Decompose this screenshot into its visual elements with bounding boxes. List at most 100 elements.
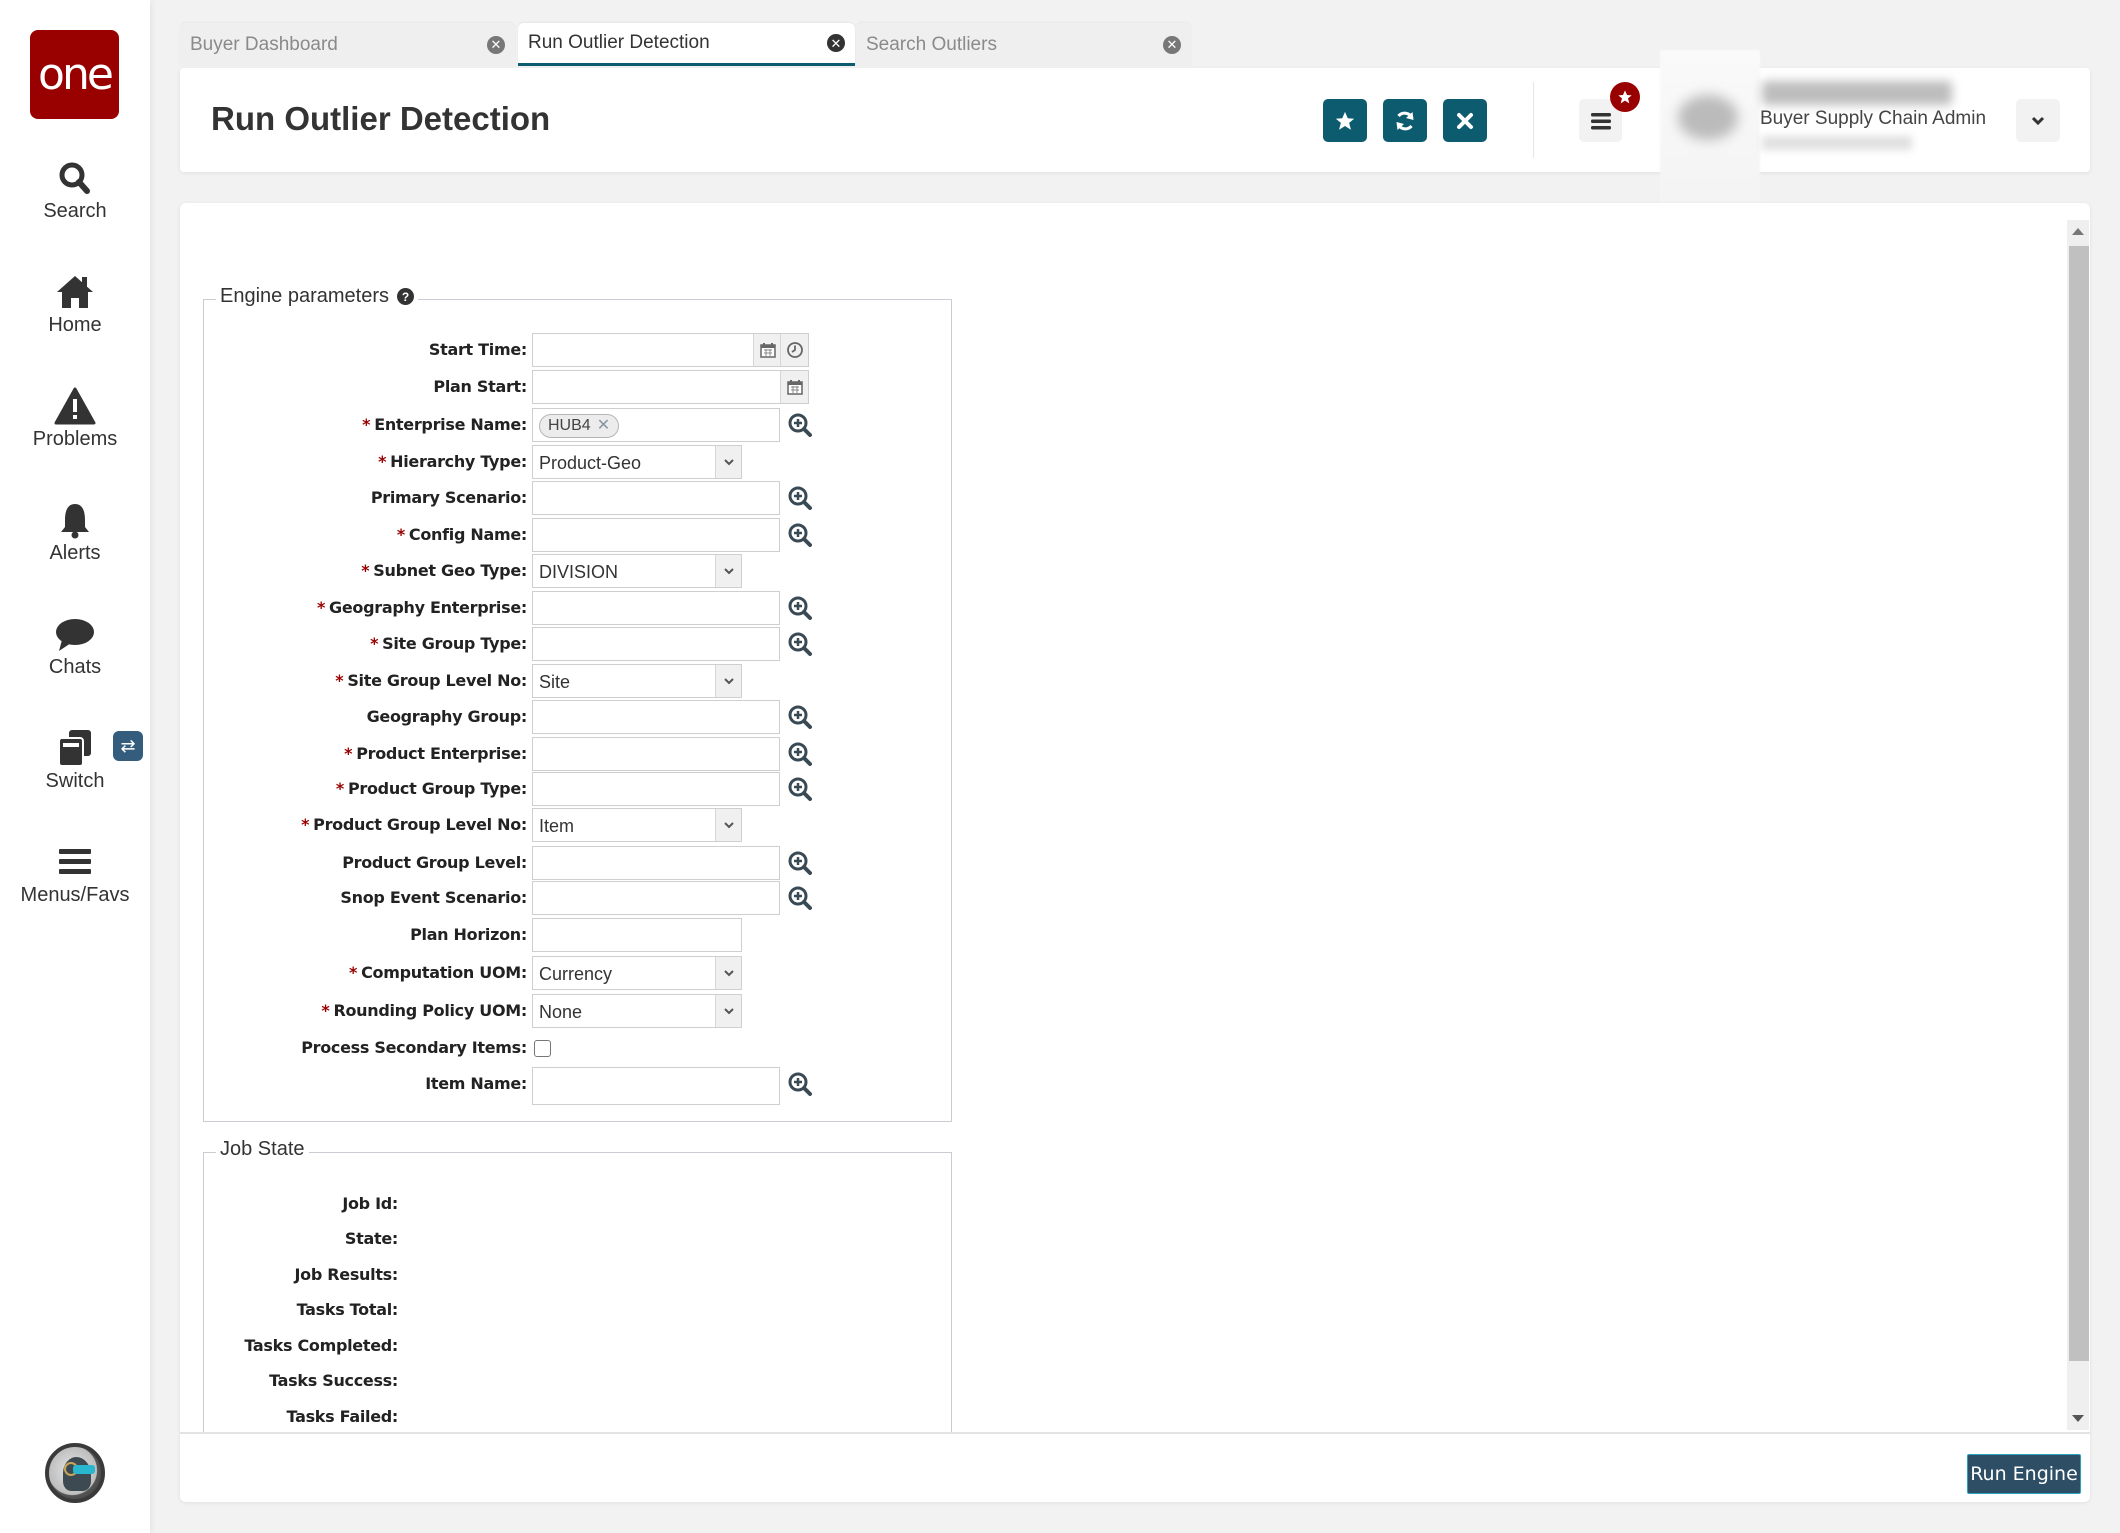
product-group-type-input[interactable] xyxy=(532,772,780,806)
label-text: Plan Horizon: xyxy=(410,925,527,944)
geography-enterprise-input[interactable] xyxy=(532,591,780,625)
tab-search-outliers[interactable]: Search Outliers ✕ xyxy=(856,23,1191,66)
subnet-geo-type-select[interactable]: DIVISION xyxy=(532,554,742,588)
page-header: Run Outlier Detection Buyer Supply Chain… xyxy=(180,50,2090,220)
lookup-icon[interactable] xyxy=(787,522,813,548)
chevron-down-icon[interactable] xyxy=(715,809,741,841)
label-text: Site Group Level No: xyxy=(347,671,527,690)
sidebar-item-label: Switch xyxy=(45,770,105,792)
favorites-badge[interactable] xyxy=(1610,82,1640,112)
field-snop-event-scenario: Snop Event Scenario: xyxy=(204,881,953,915)
start-time-input[interactable] xyxy=(532,333,809,367)
user-subtitle-redacted xyxy=(1762,136,1912,150)
geography-group-input[interactable] xyxy=(532,700,780,734)
product-group-level-no-select[interactable]: Item xyxy=(532,808,742,842)
chevron-down-icon[interactable] xyxy=(715,446,741,478)
field-start-time: Start Time: xyxy=(204,333,953,367)
rounding-policy-uom-select[interactable]: None xyxy=(532,994,742,1028)
field-process-secondary-items: Process Secondary Items: xyxy=(204,1031,953,1065)
field-label: * Geography Enterprise: xyxy=(317,591,527,625)
sidebar-item-home[interactable]: Home xyxy=(0,272,150,337)
computation-uom-select[interactable]: Currency xyxy=(532,956,742,990)
remove-chip-icon[interactable]: ✕ xyxy=(597,415,610,437)
field-label: * Rounding Policy UOM: xyxy=(321,994,527,1028)
label-text: Item Name: xyxy=(425,1074,527,1093)
lookup-icon[interactable] xyxy=(787,1071,813,1097)
lookup-icon[interactable] xyxy=(787,631,813,657)
lookup-icon[interactable] xyxy=(787,412,813,438)
snop-event-scenario-input[interactable] xyxy=(532,881,780,915)
item-name-input[interactable] xyxy=(532,1067,780,1105)
plan-horizon-input[interactable] xyxy=(532,918,742,952)
vertical-scrollbar[interactable] xyxy=(2067,220,2089,1430)
lookup-icon[interactable] xyxy=(787,704,813,730)
site-group-type-input[interactable] xyxy=(532,627,780,661)
plan-start-input[interactable] xyxy=(532,370,809,404)
favorite-button[interactable] xyxy=(1323,99,1367,142)
lookup-icon[interactable] xyxy=(787,885,813,911)
tab-run-outlier-detection[interactable]: Run Outlier Detection ✕ xyxy=(518,23,855,66)
sidebar-item-label: Problems xyxy=(32,428,118,450)
process-secondary-items-checkbox[interactable] xyxy=(534,1040,551,1057)
chevron-down-icon[interactable] xyxy=(715,555,741,587)
refresh-button[interactable] xyxy=(1383,99,1427,142)
field-product-group-level: Product Group Level: xyxy=(204,846,953,880)
field-product-group-type: * Product Group Type: xyxy=(204,772,953,806)
user-menu-button[interactable] xyxy=(2016,99,2060,142)
clock-icon[interactable] xyxy=(780,334,808,366)
tasks-success-label: Tasks Success: xyxy=(269,1371,398,1390)
lookup-icon[interactable] xyxy=(787,485,813,511)
lookup-icon[interactable] xyxy=(787,776,813,802)
job-results-row: Job Results: xyxy=(204,1260,953,1290)
label-text: Site Group Type: xyxy=(382,634,527,653)
required-marker: * xyxy=(335,779,344,798)
switch-badge-icon[interactable]: ⇄ xyxy=(113,731,143,761)
help-icon[interactable]: ? xyxy=(396,288,414,305)
chat-icon xyxy=(56,619,94,651)
close-page-button[interactable] xyxy=(1443,99,1487,142)
sidebar-item-search[interactable]: Search xyxy=(0,158,150,223)
calendar-icon[interactable] xyxy=(753,334,781,366)
scroll-up-icon[interactable] xyxy=(2072,228,2084,235)
tasks-completed-row: Tasks Completed: xyxy=(204,1331,953,1361)
chevron-down-icon[interactable] xyxy=(715,995,741,1027)
sidebar-item-chats[interactable]: Chats xyxy=(0,614,150,679)
hierarchy-type-select[interactable]: Product-Geo xyxy=(532,445,742,479)
user-avatar[interactable] xyxy=(1660,50,1760,220)
chevron-down-icon[interactable] xyxy=(715,665,741,697)
sidebar-item-alerts[interactable]: Alerts xyxy=(0,500,150,565)
field-label: * Config Name: xyxy=(397,518,527,552)
product-enterprise-input[interactable] xyxy=(532,737,780,771)
field-rounding-policy-uom: * Rounding Policy UOM: None xyxy=(204,994,953,1028)
assistant-avatar[interactable] xyxy=(45,1443,105,1503)
sidebar-item-problems[interactable]: Problems xyxy=(0,386,150,451)
calendar-icon[interactable] xyxy=(780,371,808,403)
close-tab-icon[interactable]: ✕ xyxy=(1163,35,1181,54)
select-value: Product-Geo xyxy=(539,453,642,473)
scrollbar-thumb[interactable] xyxy=(2069,246,2089,1361)
label-text: Product Group Type: xyxy=(347,779,527,798)
label-text: Rounding Policy UOM: xyxy=(333,1001,527,1020)
chevron-down-icon[interactable] xyxy=(715,957,741,989)
label-text: Computation UOM: xyxy=(361,963,527,982)
scroll-down-icon[interactable] xyxy=(2072,1415,2084,1422)
sidebar-item-menus-favs[interactable]: Menus/Favs xyxy=(0,842,150,907)
close-tab-icon[interactable]: ✕ xyxy=(827,34,845,52)
close-tab-icon[interactable]: ✕ xyxy=(487,35,505,54)
sidebar-item-label: Chats xyxy=(48,656,102,678)
tasks-failed-row: Tasks Failed: xyxy=(204,1402,953,1432)
product-group-level-input[interactable] xyxy=(532,846,780,880)
run-engine-button[interactable]: Run Engine xyxy=(1967,1454,2081,1494)
tab-label: Buyer Dashboard xyxy=(190,33,338,55)
enterprise-name-input[interactable]: HUB4 ✕ xyxy=(532,408,780,442)
tab-buyer-dashboard[interactable]: Buyer Dashboard ✕ xyxy=(180,23,515,66)
lookup-icon[interactable] xyxy=(787,741,813,767)
user-name-redacted xyxy=(1762,81,1952,105)
lookup-icon[interactable] xyxy=(787,850,813,876)
site-group-level-no-select[interactable]: Site xyxy=(532,664,742,698)
config-name-input[interactable] xyxy=(532,518,780,552)
select-value: Item xyxy=(539,816,575,836)
primary-scenario-input[interactable] xyxy=(532,481,780,515)
app-logo[interactable]: one xyxy=(30,30,119,119)
lookup-icon[interactable] xyxy=(787,595,813,621)
